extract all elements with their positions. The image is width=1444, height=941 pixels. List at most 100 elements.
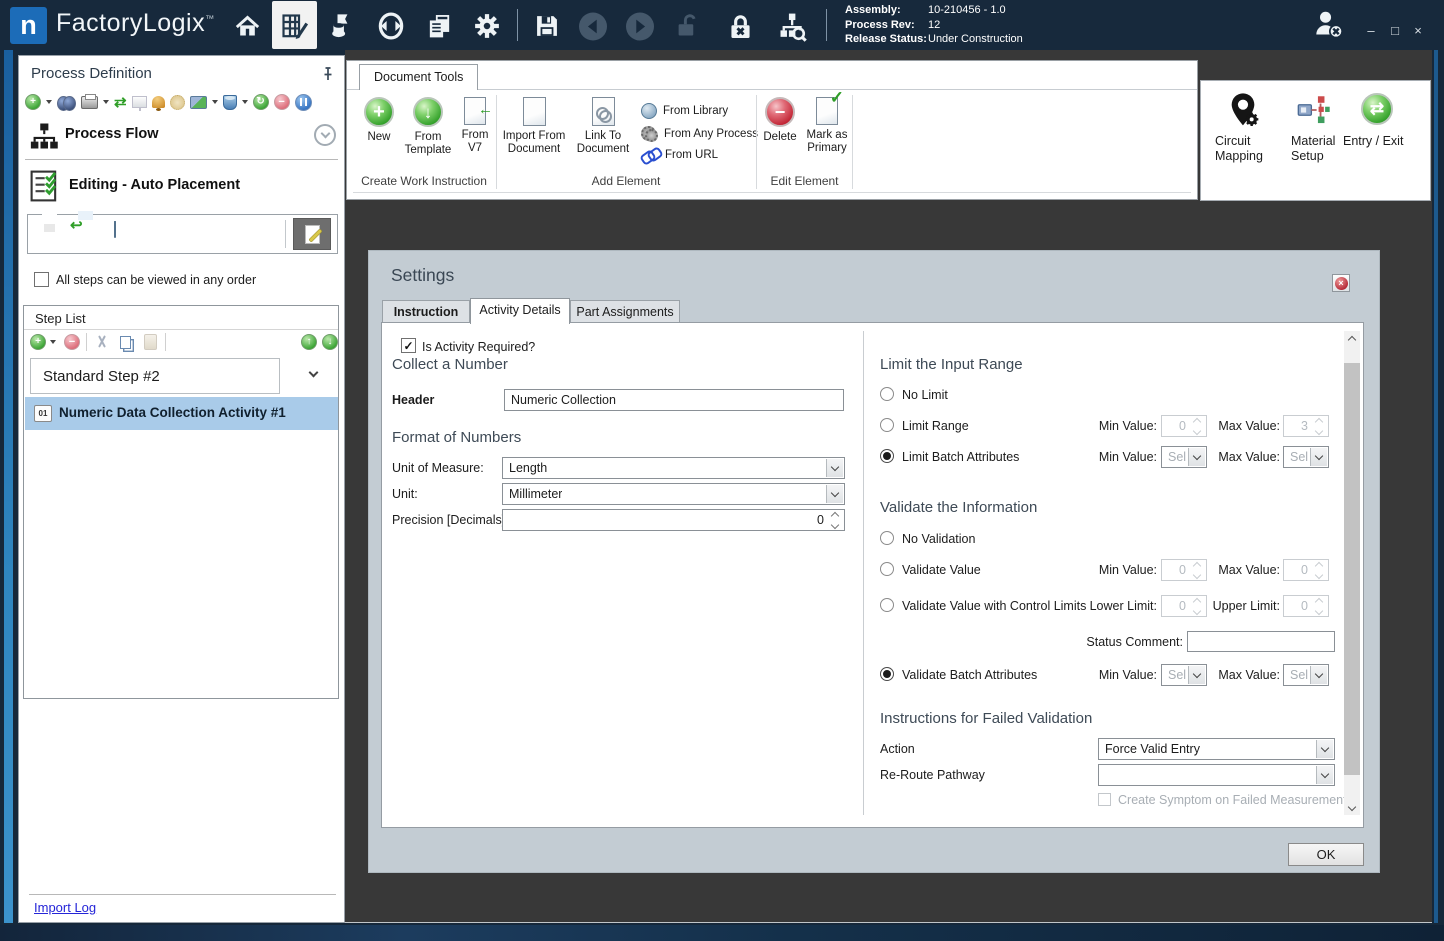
validate-value-radio[interactable] (880, 562, 894, 576)
unit-select[interactable]: Millimeter (502, 483, 845, 505)
move-down-icon[interactable]: ↓ (322, 334, 338, 350)
tab-activity-details[interactable]: Activity Details (470, 298, 570, 324)
any-order-checkbox[interactable] (34, 272, 49, 287)
export-icon[interactable] (190, 96, 207, 109)
lock-discard-button[interactable] (724, 10, 756, 42)
process-editor-button[interactable] (278, 10, 310, 42)
undo-button[interactable] (577, 10, 609, 42)
no-limit-radio[interactable] (880, 387, 894, 401)
sync-button[interactable] (375, 10, 407, 42)
validate-batch-min-select[interactable]: Sele... (1161, 664, 1207, 686)
validate-max-stepper[interactable]: 0 (1283, 559, 1329, 581)
tab-document-tools[interactable]: Document Tools (359, 64, 478, 90)
home-button[interactable] (231, 10, 263, 42)
scrollbar-thumb[interactable] (1344, 363, 1360, 775)
maximize-button[interactable]: □ (1385, 22, 1405, 40)
print-dropdown-icon[interactable] (103, 100, 109, 104)
limit-range-min-stepper[interactable]: 0 (1161, 415, 1207, 437)
status-comment-input[interactable] (1187, 631, 1335, 652)
material-setup-button[interactable] (1297, 94, 1331, 131)
step-expand-chevron-icon[interactable] (309, 368, 319, 378)
paste-icon[interactable] (144, 334, 157, 350)
from-library-button[interactable]: From Library (641, 103, 728, 119)
activity-required-checkbox[interactable]: ✓ (401, 338, 416, 353)
import-from-document-button[interactable]: Import From Document (499, 97, 569, 156)
copy-icon[interactable] (120, 336, 131, 349)
pause-icon[interactable] (295, 94, 312, 111)
limit-batch-radio[interactable] (880, 449, 894, 463)
process-search-button[interactable] (775, 10, 807, 42)
reroute-select[interactable] (1098, 764, 1335, 786)
selected-activity-row[interactable]: 01 Numeric Data Collection Activity #1 (25, 397, 338, 430)
upper-limit-stepper[interactable]: 0 (1283, 595, 1329, 617)
from-v7-button[interactable]: ← From V7 (453, 97, 497, 155)
step-selector[interactable]: Standard Step #2 (30, 358, 280, 394)
ok-button[interactable]: OK (1288, 843, 1364, 866)
validate-min-stepper[interactable]: 0 (1161, 559, 1207, 581)
close-button[interactable]: × (1408, 22, 1428, 40)
edit-mode-button[interactable] (293, 218, 331, 250)
limit-range-radio[interactable] (880, 418, 894, 432)
limit-batch-max-select[interactable]: Sel... (1283, 446, 1329, 468)
remove-icon[interactable]: − (274, 94, 290, 110)
tab-part-assignments[interactable]: Part Assignments (570, 300, 680, 323)
presentation-icon[interactable] (132, 96, 147, 108)
add-icon[interactable]: + (25, 94, 41, 110)
trash-icon[interactable] (114, 222, 116, 237)
uom-select[interactable]: Length (502, 457, 845, 479)
link-to-document-button[interactable]: Link To Document (572, 97, 634, 156)
redo-button[interactable] (624, 10, 656, 42)
add-step-icon[interactable]: + (30, 334, 46, 350)
swap-steps-icon[interactable]: ⇄ (114, 95, 127, 110)
import-log-link[interactable]: Import Log (34, 900, 96, 915)
scroll-up-icon[interactable] (1344, 331, 1360, 348)
validate-batch-max-select[interactable]: Sel... (1283, 664, 1329, 686)
import-roll-button[interactable] (325, 10, 357, 42)
notification-icon[interactable] (152, 96, 165, 108)
dialog-close-button[interactable]: × (1332, 274, 1350, 292)
settings-button[interactable] (471, 10, 503, 42)
from-template-button[interactable]: ↓ From Template (402, 97, 454, 157)
scroll-down-icon[interactable] (1344, 798, 1360, 815)
lower-limit-stepper[interactable]: 0 (1161, 595, 1207, 617)
add-step-dropdown-icon[interactable] (50, 340, 56, 344)
save-button[interactable] (531, 10, 563, 42)
process-settings-icon[interactable] (170, 95, 185, 110)
from-any-process-button[interactable]: From Any Process (641, 126, 758, 142)
from-url-button[interactable]: From URL (641, 149, 718, 161)
precision-stepper[interactable]: 0 (502, 509, 845, 531)
find-icon[interactable] (57, 96, 76, 109)
new-instruction-button[interactable]: + New (357, 97, 401, 144)
stepper-arrows-icon[interactable] (828, 510, 842, 530)
dialog-scrollbar[interactable] (1344, 331, 1360, 815)
export-dropdown-icon[interactable] (212, 100, 218, 104)
pin-icon[interactable] (320, 66, 336, 85)
validate-batch-radio[interactable] (880, 667, 894, 681)
documents-button[interactable] (423, 10, 455, 42)
header-input[interactable] (504, 389, 844, 411)
validate-control-limits-radio[interactable] (880, 598, 894, 612)
move-up-icon[interactable]: ↑ (301, 334, 317, 350)
refresh-icon[interactable]: ↻ (253, 94, 269, 110)
minimize-button[interactable]: – (1361, 22, 1381, 40)
print-icon[interactable] (81, 96, 98, 109)
collapse-button[interactable] (314, 124, 336, 146)
archive-icon[interactable] (223, 95, 237, 110)
limit-range-max-stepper[interactable]: 3 (1283, 415, 1329, 437)
archive-dropdown-icon[interactable] (242, 100, 248, 104)
release-status-value: Under Construction (928, 32, 1023, 47)
action-select[interactable]: Force Valid Entry (1098, 738, 1335, 760)
limit-batch-min-select[interactable]: Sele... (1161, 446, 1207, 468)
circuit-mapping-button[interactable] (1227, 91, 1259, 134)
no-validation-radio[interactable] (880, 531, 894, 545)
unlock-button[interactable] (670, 10, 702, 42)
delete-element-button[interactable]: − Delete (758, 97, 802, 144)
mark-as-primary-button[interactable]: ✓ Mark as Primary (802, 97, 852, 155)
logout-user-button[interactable] (1312, 8, 1344, 40)
symptom-checkbox[interactable] (1098, 793, 1111, 806)
add-dropdown-icon[interactable] (46, 100, 52, 104)
entry-exit-button[interactable]: ⇄ (1361, 93, 1393, 125)
tab-instruction[interactable]: Instruction (382, 300, 470, 323)
process-flow-header[interactable]: Process Flow (19, 118, 344, 154)
remove-step-icon[interactable]: − (64, 334, 80, 350)
